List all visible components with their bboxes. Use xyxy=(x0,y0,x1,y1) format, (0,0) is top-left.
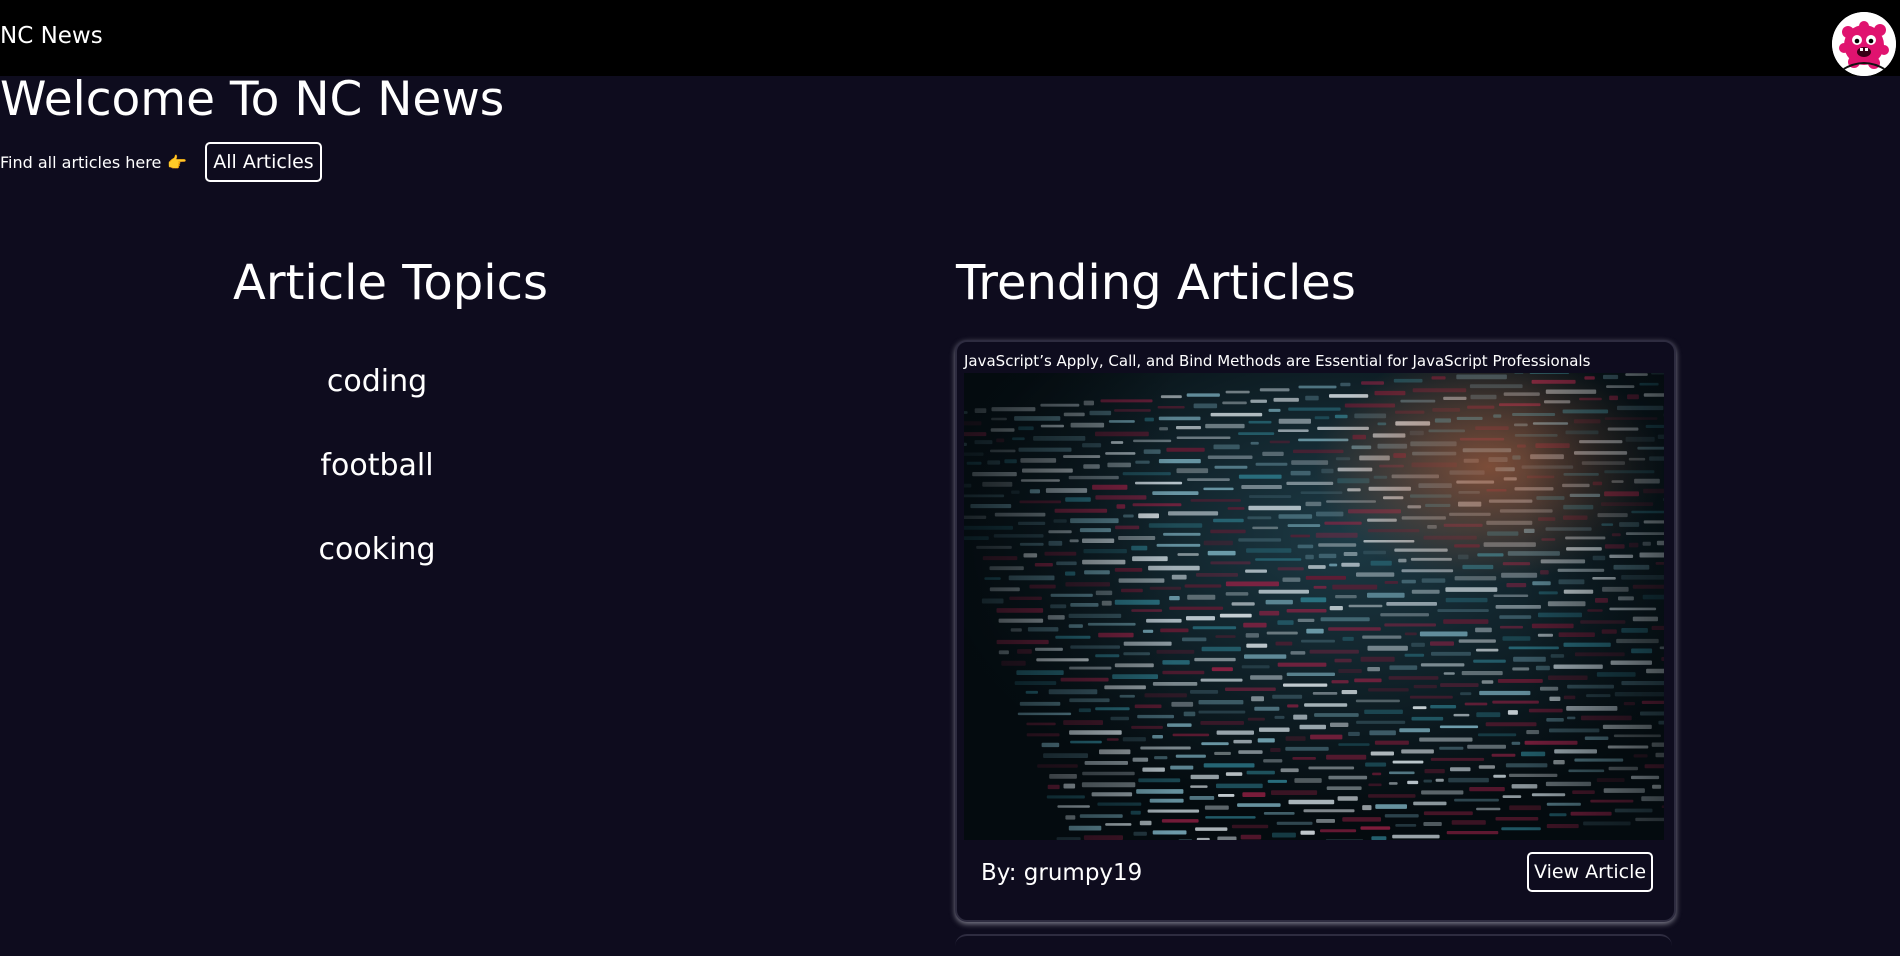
topics-heading: Article Topics xyxy=(233,253,548,313)
find-articles-row: Find all articles here 👉 All Articles xyxy=(0,142,322,182)
topic-link-football[interactable]: football xyxy=(227,446,527,486)
pointing-hand-icon: 👉 xyxy=(167,153,187,172)
article-author: By: grumpy19 xyxy=(981,858,1142,888)
next-article-card-edge xyxy=(955,934,1672,956)
user-avatar-icon[interactable] xyxy=(1832,12,1896,76)
all-articles-button[interactable]: All Articles xyxy=(205,142,321,182)
find-articles-text: Find all articles here xyxy=(0,153,161,172)
brand-link[interactable]: NC News xyxy=(0,22,103,50)
page-title: Welcome To NC News xyxy=(0,70,504,130)
topic-link-coding[interactable]: coding xyxy=(227,362,527,402)
topic-link-cooking[interactable]: cooking xyxy=(227,530,527,570)
top-navbar: NC News xyxy=(0,0,1900,76)
article-card: JavaScript’s Apply, Call, and Bind Metho… xyxy=(955,340,1676,922)
article-title: JavaScript’s Apply, Call, and Bind Metho… xyxy=(964,352,1664,370)
find-articles-label: Find all articles here 👉 xyxy=(0,153,187,172)
code-screen-photo xyxy=(964,373,1664,840)
trending-heading: Trending Articles xyxy=(956,253,1356,313)
view-article-button[interactable]: View Article xyxy=(1527,852,1653,892)
